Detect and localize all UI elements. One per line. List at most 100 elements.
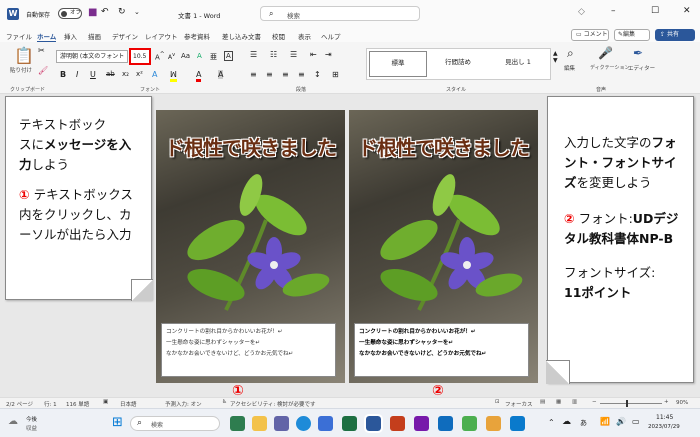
message-textbox[interactable]: コンクリートの割れ目からかわいいお花が！↵ 一生懸命な姿に思わずシャッターを↵ … (161, 323, 336, 377)
cut-icon[interactable]: ✂ (38, 46, 45, 55)
save-icon[interactable]: ■ (88, 7, 97, 18)
clear-format-icon[interactable]: A (197, 52, 202, 60)
redo-icon[interactable]: ↻ (118, 7, 126, 17)
shading-icon[interactable]: A (218, 70, 224, 79)
numbering-icon[interactable]: ☷ (270, 50, 277, 59)
underline-icon[interactable]: U (90, 70, 96, 79)
search-box[interactable]: ⌕ 検索 (260, 6, 420, 21)
task-view-icon[interactable] (230, 416, 245, 431)
style-heading1[interactable]: 見出し 1 (489, 51, 547, 77)
clock-time[interactable]: 11:45 (656, 414, 673, 421)
tab-view[interactable]: 表示 (298, 31, 311, 41)
status-predict[interactable]: 予測入力: オン (165, 400, 202, 408)
grow-font-icon[interactable]: A^ (155, 52, 165, 61)
tab-layout[interactable]: レイアウト (145, 31, 178, 41)
app-icon[interactable] (462, 416, 477, 431)
font-size-select[interactable]: 10.5 (129, 48, 151, 65)
subscript-icon[interactable]: x₂ (122, 70, 129, 78)
case-icon[interactable]: Aa (181, 52, 190, 60)
status-focus[interactable]: フォーカス (505, 400, 533, 408)
ime-icon[interactable]: あ (580, 418, 587, 428)
style-no-spacing[interactable]: 行間詰め (429, 51, 487, 77)
flyer-headline[interactable]: ド根性で咲きました (160, 132, 341, 161)
tab-draw[interactable]: 描画 (88, 31, 101, 41)
microphone-icon[interactable]: 🎤 (598, 46, 613, 60)
editing-mode-button[interactable]: ✎編集 (614, 29, 650, 41)
phonetic-icon[interactable]: 亜 (210, 52, 217, 62)
line-spacing-icon[interactable]: ↕ (314, 70, 321, 79)
undo-icon[interactable]: ↶ (101, 7, 109, 17)
gallery-scroll-icon[interactable]: ▲ ▼ (553, 50, 558, 64)
read-mode-icon[interactable]: ▤ (540, 399, 545, 405)
decrease-indent-icon[interactable]: ⇤ (310, 50, 317, 59)
font-name-select[interactable]: 游明朝 (本文のフォント (56, 50, 128, 63)
bullets-icon[interactable]: ☰ (250, 50, 257, 59)
status-language[interactable]: 日本語 (120, 400, 137, 408)
edit-label[interactable]: 編集 (564, 64, 575, 72)
align-center-icon[interactable]: ≡ (266, 70, 273, 79)
store-icon[interactable] (318, 416, 333, 431)
tray-chevron-icon[interactable]: ⌃ (548, 418, 555, 427)
status-page[interactable]: 2/2 ページ (6, 400, 33, 408)
onenote-icon[interactable] (414, 416, 429, 431)
superscript-icon[interactable]: x² (136, 70, 143, 78)
print-layout-icon[interactable]: ▦ (556, 399, 561, 405)
zoom-level[interactable]: 90% (676, 400, 688, 406)
shrink-font-icon[interactable]: Av (168, 52, 175, 61)
status-accessibility[interactable]: アクセシビリティ: 検討が必要です (230, 400, 316, 408)
explorer-icon[interactable] (252, 416, 267, 431)
tab-help[interactable]: ヘルプ (321, 31, 341, 41)
outlook-icon[interactable] (438, 416, 453, 431)
editor-label[interactable]: エディター (628, 64, 655, 72)
zoom-out-icon[interactable]: − (592, 399, 597, 405)
font-color-icon[interactable]: A (196, 70, 202, 82)
justify-icon[interactable]: ≡ (298, 70, 305, 79)
zoom-slider[interactable] (600, 400, 662, 407)
strike-icon[interactable]: ab (106, 70, 115, 78)
comment-button[interactable]: ▭ コメント (571, 29, 609, 41)
editor-icon[interactable]: ✒ (633, 46, 643, 60)
clock-date[interactable]: 2023/07/29 (648, 424, 680, 430)
increase-indent-icon[interactable]: ⇥ (325, 50, 332, 59)
bold-icon[interactable]: B (60, 70, 66, 79)
vscode-icon[interactable] (510, 416, 525, 431)
word-taskbar-icon[interactable] (364, 414, 383, 433)
tab-references[interactable]: 参考資料 (184, 31, 210, 41)
flyer-headline[interactable]: ド根性で咲きました (353, 132, 534, 161)
dictation-label[interactable]: ディクテーション (590, 64, 630, 71)
close-icon[interactable]: ✕ (683, 6, 691, 16)
find-icon[interactable]: ⌕ (567, 46, 574, 61)
cloud-icon[interactable]: ☁ (562, 417, 571, 427)
text-effects-icon[interactable]: A (152, 70, 157, 79)
italic-icon[interactable]: I (76, 70, 78, 79)
tab-file[interactable]: ファイル (6, 31, 32, 41)
maximize-icon[interactable]: ☐ (651, 6, 659, 16)
tab-insert[interactable]: 挿入 (64, 31, 77, 41)
web-layout-icon[interactable]: ▥ (572, 399, 577, 405)
files-icon[interactable] (486, 416, 501, 431)
flyer-page-1[interactable]: ド根性で咲きました コンクリートの割れ目からかわいいお花が！↵ 一生懸命な姿に思… (156, 110, 345, 383)
taskbar-search[interactable]: ⌕ 検索 (130, 416, 220, 431)
highlight-icon[interactable]: ꟽ (170, 70, 177, 82)
powerpoint-icon[interactable] (390, 416, 405, 431)
start-icon[interactable]: ⊞ (112, 415, 123, 430)
borders-icon[interactable]: ⊞ (332, 70, 339, 79)
tab-mailings[interactable]: 差し込み文書 (222, 31, 261, 41)
status-words[interactable]: 116 単語 (66, 400, 89, 408)
share-button[interactable]: ⇪ 共有 (655, 29, 695, 41)
align-left-icon[interactable]: ≡ (250, 70, 257, 79)
autosave-toggle[interactable]: オフ (58, 8, 82, 19)
format-painter-icon[interactable]: 🖌 (38, 66, 48, 75)
align-right-icon[interactable]: ≡ (282, 70, 289, 79)
weather-icon[interactable]: ☁ (8, 416, 18, 427)
char-border-icon[interactable]: A (224, 51, 233, 61)
diamond-icon[interactable]: ◇ (578, 7, 585, 17)
flyer-page-2[interactable]: ド根性で咲きました コンクリートの割れ目からかわいいお花が！↵ 一生懸命な姿に思… (349, 110, 538, 383)
tab-design[interactable]: デザイン (112, 31, 138, 41)
excel-icon[interactable] (342, 416, 357, 431)
zoom-in-icon[interactable]: + (664, 399, 669, 405)
minimize-icon[interactable]: – (611, 6, 616, 16)
battery-icon[interactable]: ▭ (632, 417, 640, 426)
proofing-icon[interactable]: ▣ (103, 399, 108, 405)
message-textbox[interactable]: コンクリートの割れ目からかわいいお花が！↵ 一生懸命な姿に思わずシャッターを↵ … (354, 323, 529, 377)
